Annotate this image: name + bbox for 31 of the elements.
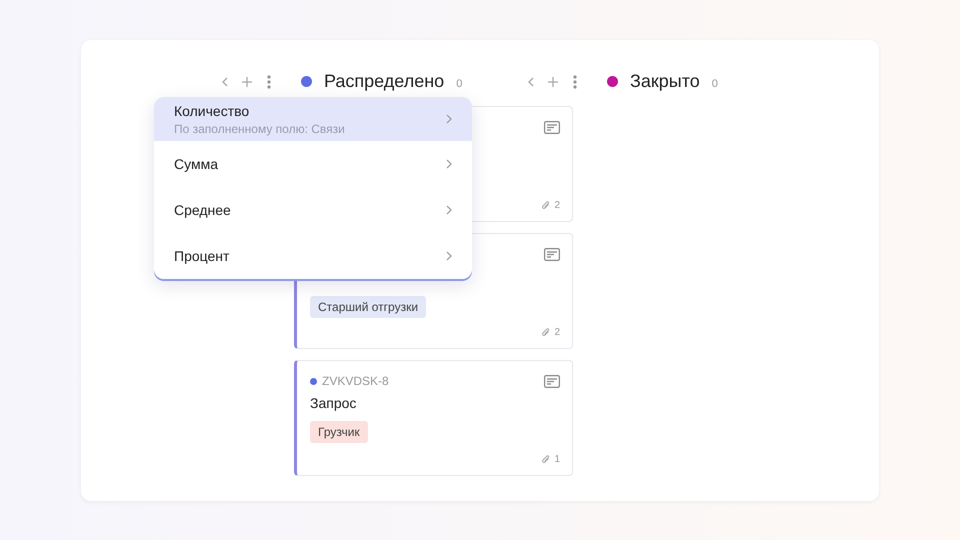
note-icon (544, 248, 560, 260)
task-title: Запрос (310, 395, 358, 411)
menu-item-label: Количество (174, 102, 250, 118)
chevron-icon (446, 251, 452, 261)
menu-item-label: Сумма (174, 156, 218, 172)
note-icon (544, 120, 560, 134)
attachment-count: 2 (554, 200, 560, 211)
attachment-count: 2 (554, 327, 560, 338)
chevron-icon (446, 114, 452, 124)
task-id: ZVKVDSK-8 (310, 374, 389, 388)
paperclip-icon (541, 200, 552, 210)
column-count: 0 (456, 78, 462, 90)
note-icon (544, 374, 560, 388)
chevron-icon (446, 205, 452, 215)
attachment-count: 1 (554, 454, 560, 465)
task-card[interactable]: ZVKVDSK-8 Запрос Грузчик 1 (294, 360, 573, 476)
menu-item[interactable]: Сумма (154, 141, 472, 187)
menu-item[interactable]: Среднее (154, 187, 472, 233)
menu-item-hint: По заполненному полю: Связи (174, 122, 345, 136)
paperclip-icon (541, 454, 552, 464)
menu-item-label: Среднее (174, 202, 231, 218)
column-title: Распределено (324, 71, 444, 92)
column-count: 0 (712, 78, 718, 90)
menu-item[interactable]: Количество По заполненному полю: Связи (154, 97, 472, 141)
paperclip-icon (541, 328, 552, 338)
task-tag: Старший отгрузки (310, 296, 426, 318)
column-title: Закрыто (630, 71, 700, 92)
menu-item-label: Процент (174, 248, 230, 264)
menu-item[interactable]: Процент (154, 233, 472, 279)
task-tag: Грузчик (310, 421, 368, 443)
chevron-icon (446, 159, 452, 169)
